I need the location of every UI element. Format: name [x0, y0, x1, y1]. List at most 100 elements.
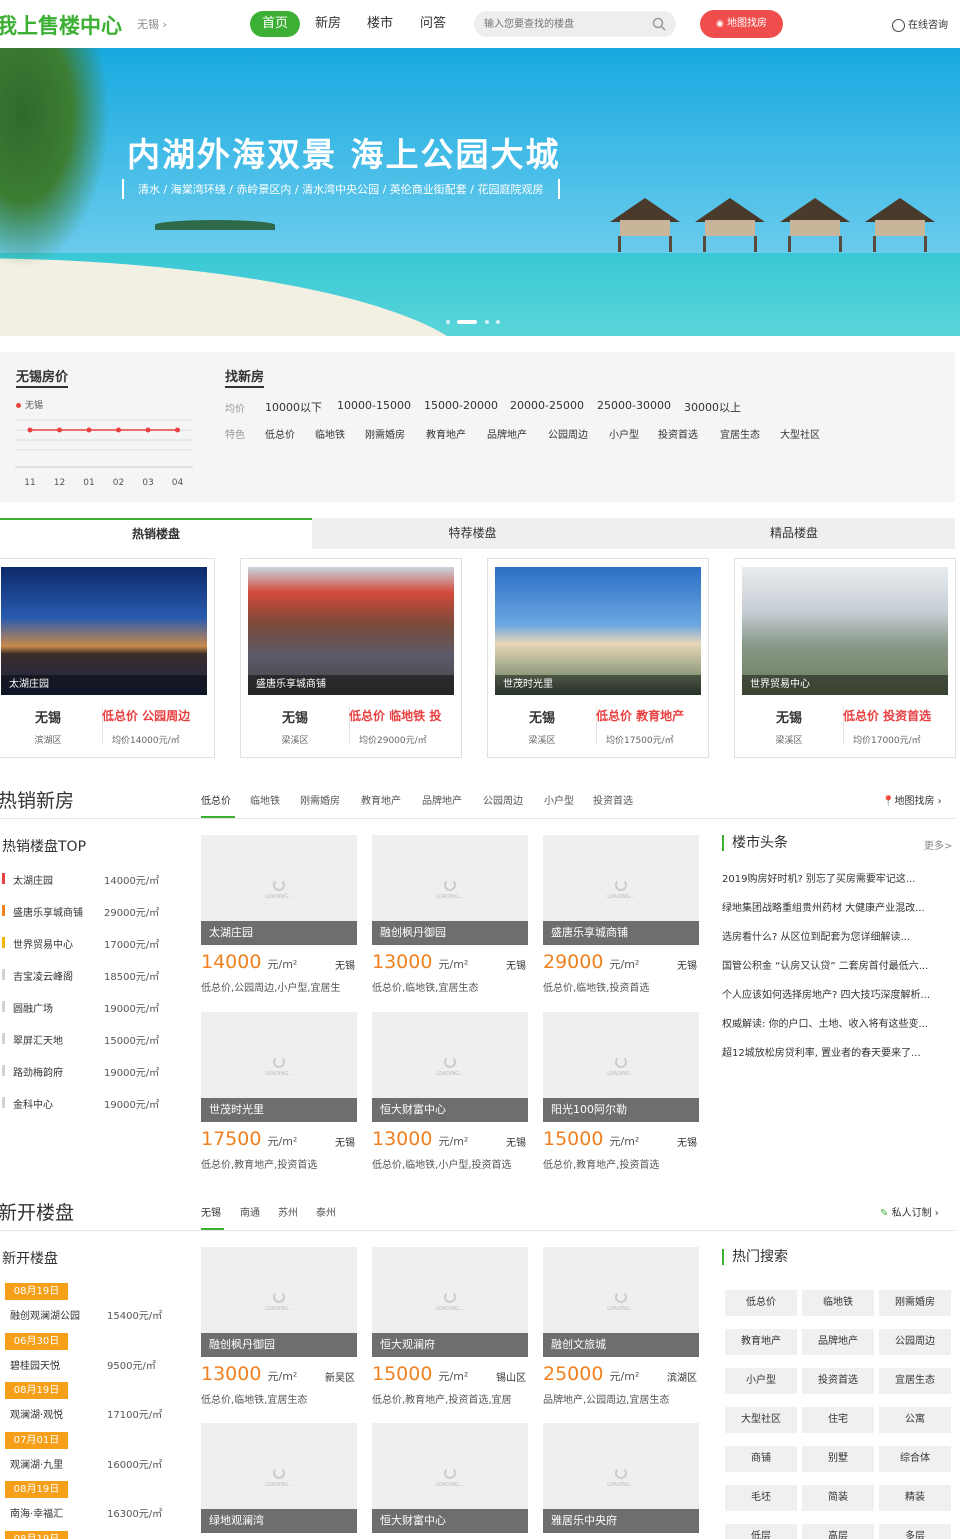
hot-tab[interactable]: 低总价: [201, 792, 231, 807]
top-list-item[interactable]: 金科中心 19000元/㎡: [0, 1093, 175, 1113]
carousel-dot-active[interactable]: [457, 320, 477, 324]
property-tile[interactable]: LOADING... 恒大财富中心: [372, 1423, 528, 1539]
news-item[interactable]: 权威解读: 你的户口、土地、收入将有这些变...: [722, 1015, 957, 1030]
feature-filter-option[interactable]: 投资首选: [658, 426, 698, 441]
property-tile[interactable]: LOADING... 盛唐乐享城商铺 29000 元/m² 无锡 低总价,临地铁,投资首…: [543, 835, 699, 1005]
city-switcher[interactable]: 无锡 ›: [137, 16, 167, 32]
hot-search-tag[interactable]: 简装: [802, 1485, 874, 1511]
top-list-item[interactable]: 太湖庄园 14000元/㎡: [0, 869, 175, 889]
feature-filter-option[interactable]: 品牌地产: [487, 426, 527, 441]
feature-filter-option[interactable]: 低总价: [265, 426, 295, 441]
property-card[interactable]: 盛唐乐享城商铺 无锡 低总价 临地铁 投 梁溪区 均价29000元/㎡: [240, 558, 462, 758]
tab-hot[interactable]: 热销楼盘: [0, 518, 312, 549]
new-open-item-name[interactable]: 观澜湖·观悦: [10, 1406, 63, 1421]
property-tile[interactable]: LOADING... 绿地观澜湾: [201, 1423, 357, 1539]
property-tile[interactable]: LOADING... 太湖庄园 14000 元/m² 无锡 低总价,公园周边,小户型,宜…: [201, 835, 357, 1005]
tab-premium[interactable]: 精品楼盘: [633, 518, 955, 549]
custom-order-link[interactable]: ✎ 私人订制 ›: [880, 1204, 939, 1219]
hot-search-tag[interactable]: 毛坯: [725, 1485, 797, 1511]
price-filter-option[interactable]: 10000以下: [265, 399, 322, 415]
hot-search-tag[interactable]: 宜居生态: [879, 1368, 951, 1394]
property-tile[interactable]: LOADING... 雅居乐中央府: [543, 1423, 699, 1539]
hot-search-tag[interactable]: 品牌地产: [802, 1329, 874, 1355]
feature-filter-option[interactable]: 宜居生态: [720, 426, 760, 441]
nav-home[interactable]: 首页: [250, 11, 300, 37]
property-card[interactable]: 世界贸易中心 无锡 低总价 投资首选 梁溪区 均价17000元/㎡: [734, 558, 956, 758]
city-tab[interactable]: 苏州: [278, 1204, 298, 1219]
top-list-item[interactable]: 吉宝凌云峰阁 18500元/㎡: [0, 965, 175, 985]
hot-search-tag[interactable]: 临地铁: [802, 1290, 874, 1316]
hot-search-tag[interactable]: 别墅: [802, 1446, 874, 1472]
hot-search-tag[interactable]: 公园周边: [879, 1329, 951, 1355]
property-tile[interactable]: LOADING... 融创文旅城 25000 元/m² 滨湖区 品牌地产,公园周边,宜居…: [543, 1247, 699, 1417]
city-tab[interactable]: 南通: [240, 1204, 260, 1219]
map-search-button[interactable]: ◉ 地图找房: [700, 10, 783, 38]
nav-market[interactable]: 楼市: [357, 11, 403, 37]
hot-search-tag[interactable]: 刚需婚房: [879, 1290, 951, 1316]
hot-search-tag[interactable]: 精装: [879, 1485, 951, 1511]
city-tab[interactable]: 泰州: [316, 1204, 336, 1219]
top-list-item[interactable]: 盛唐乐享城商铺 29000元/㎡: [0, 901, 175, 921]
property-tile[interactable]: LOADING... 阳光100阿尔勒 15000 元/m² 无锡 低总价,教育地产,投…: [543, 1012, 699, 1182]
city-tab[interactable]: 无锡: [201, 1204, 221, 1219]
new-open-item-name[interactable]: 融创观澜湖公园: [10, 1307, 80, 1322]
price-filter-option[interactable]: 30000以上: [684, 399, 741, 415]
price-filter-option[interactable]: 25000-30000: [597, 399, 671, 412]
nav-qa[interactable]: 问答: [410, 11, 456, 37]
news-more-link[interactable]: 更多>: [924, 837, 952, 852]
carousel-dot[interactable]: [485, 320, 489, 324]
hot-tab[interactable]: 小户型: [544, 792, 574, 807]
search-input[interactable]: [484, 16, 644, 32]
nav-new-house[interactable]: 新房: [305, 11, 351, 37]
news-item[interactable]: 个人应该如何选择房地产? 四大技巧深度解析...: [722, 986, 957, 1001]
online-consult-button[interactable]: 在线咨询: [892, 16, 948, 32]
news-item[interactable]: 超12城放松房贷利率, 置业者的春天要来了...: [722, 1044, 957, 1059]
news-item[interactable]: 绿地集团战略重组贵州药材 大健康产业混改...: [722, 899, 957, 914]
hot-tab[interactable]: 刚需婚房: [300, 792, 340, 807]
new-open-item-name[interactable]: 观澜湖·九里: [10, 1456, 63, 1471]
top-list-item[interactable]: 路劲梅韵府 19000元/㎡: [0, 1061, 175, 1081]
hot-search-tag[interactable]: 教育地产: [725, 1329, 797, 1355]
property-tile[interactable]: LOADING... 世茂时光里 17500 元/m² 无锡 低总价,教育地产,投资首选: [201, 1012, 357, 1182]
feature-filter-option[interactable]: 刚需婚房: [365, 426, 405, 441]
carousel-dot[interactable]: [496, 320, 500, 324]
price-filter-option[interactable]: 10000-15000: [337, 399, 411, 412]
tab-recommended[interactable]: 特荐楼盘: [312, 518, 633, 549]
hot-tab[interactable]: 投资首选: [593, 792, 633, 807]
map-link[interactable]: 📍地图找房 ›: [882, 792, 942, 807]
feature-filter-option[interactable]: 公园周边: [548, 426, 588, 441]
news-item[interactable]: 国管公积金 “认房又认贷” 二套房首付最低六...: [722, 957, 957, 972]
hot-search-tag[interactable]: 高层: [802, 1524, 874, 1539]
site-logo[interactable]: 我上售楼中心: [0, 10, 122, 40]
top-list-item[interactable]: 圆融广场 19000元/㎡: [0, 997, 175, 1017]
news-item[interactable]: 2019购房好时机? 别忘了买房需要牢记这...: [722, 870, 957, 885]
hot-search-tag[interactable]: 多层: [879, 1524, 951, 1539]
property-tile[interactable]: LOADING... 恒大观澜府 15000 元/m² 锡山区 低总价,教育地产,投资首…: [372, 1247, 528, 1417]
price-filter-option[interactable]: 15000-20000: [424, 399, 498, 412]
hero-banner[interactable]: 内湖外海双景 海上公园大城 清水 / 海棠湾环绕 / 赤岭景区内 / 清水湾中央…: [0, 48, 960, 336]
hot-search-tag[interactable]: 大型社区: [725, 1407, 797, 1433]
property-tile[interactable]: LOADING... 融创枫丹御园 13000 元/m² 新吴区 低总价,临地铁,宜居生…: [201, 1247, 357, 1417]
news-item[interactable]: 选房看什么? 从区位到配套为您详细解读...: [722, 928, 957, 943]
hot-search-tag[interactable]: 小户型: [725, 1368, 797, 1394]
hot-search-tag[interactable]: 商铺: [725, 1446, 797, 1472]
property-tile[interactable]: LOADING... 恒大财富中心 13000 元/m² 无锡 低总价,临地铁,小户型,…: [372, 1012, 528, 1182]
feature-filter-option[interactable]: 临地铁: [315, 426, 345, 441]
feature-filter-option[interactable]: 教育地产: [426, 426, 466, 441]
search-icon[interactable]: [652, 17, 666, 31]
hot-search-tag[interactable]: 公寓: [879, 1407, 951, 1433]
hot-tab[interactable]: 品牌地产: [422, 792, 462, 807]
property-card[interactable]: 太湖庄园 无锡 低总价 公园周边 滨湖区 均价14000元/㎡: [0, 558, 215, 758]
carousel-dot[interactable]: [446, 320, 450, 324]
feature-filter-option[interactable]: 大型社区: [780, 426, 820, 441]
property-tile[interactable]: LOADING... 融创枫丹御园 13000 元/m² 无锡 低总价,临地铁,宜居生态: [372, 835, 528, 1005]
hot-search-tag[interactable]: 住宅: [802, 1407, 874, 1433]
top-list-item[interactable]: 世界贸易中心 17000元/㎡: [0, 933, 175, 953]
top-list-item[interactable]: 翠屏汇天地 15000元/㎡: [0, 1029, 175, 1049]
hot-search-tag[interactable]: 综合体: [879, 1446, 951, 1472]
hot-search-tag[interactable]: 低层: [725, 1524, 797, 1539]
hot-tab[interactable]: 公园周边: [483, 792, 523, 807]
hot-tab[interactable]: 教育地产: [361, 792, 401, 807]
new-open-item-name[interactable]: 碧桂园天悦: [10, 1357, 60, 1372]
new-open-item-name[interactable]: 南海·幸福汇: [10, 1505, 63, 1520]
